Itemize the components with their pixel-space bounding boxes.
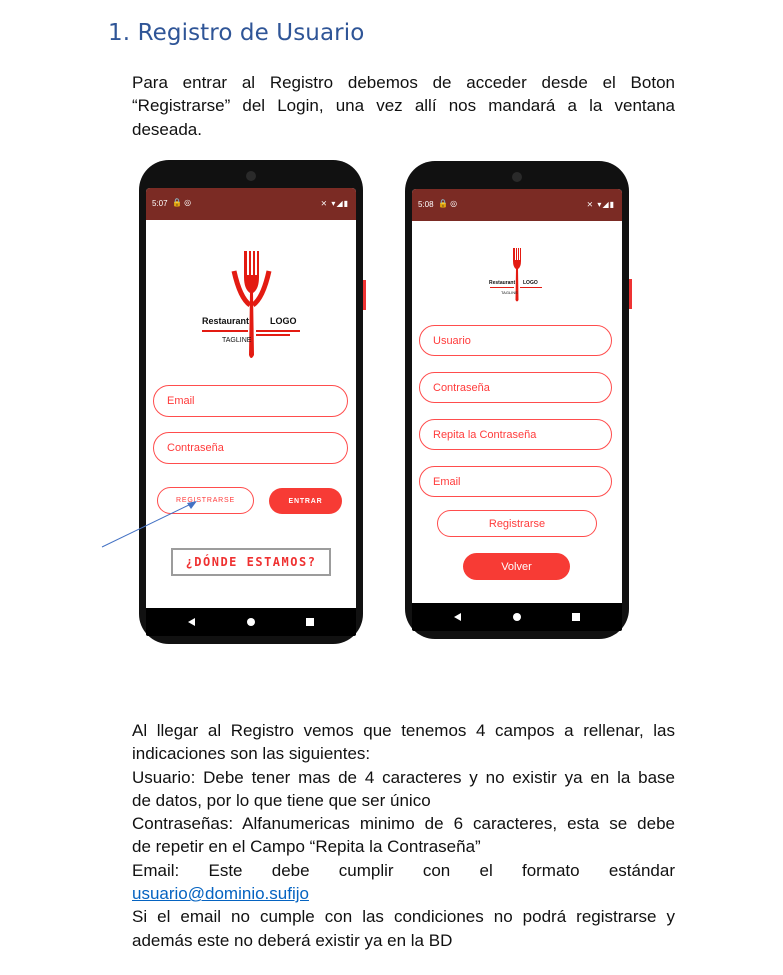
logo-brand: Restaurant	[489, 280, 516, 286]
login-label: ENTRAR	[288, 497, 323, 505]
details-paragraph: Al llegar al Registro vemos que tenemos …	[132, 719, 675, 952]
email-placeholder: Email	[167, 395, 195, 407]
details-line: Usuario: Debe tener mas de 4 caracteres …	[132, 767, 675, 787]
status-left-icons: 🔒 ◎	[438, 199, 458, 208]
section-heading: 1. Registro de Usuario	[108, 20, 364, 46]
email-field[interactable]: Email	[419, 466, 612, 497]
username-placeholder: Usuario	[433, 334, 471, 347]
intro-line: Para entrar al Registro debemos de acced…	[132, 73, 675, 92]
back-label: Volver	[501, 560, 532, 573]
back-icon[interactable]	[454, 613, 461, 621]
details-line: Email: Este debe cumplir con el formato …	[132, 860, 675, 880]
login-button[interactable]: ENTRAR	[269, 488, 342, 514]
register-screen: 5:08 🔒 ◎ ⨯ ▾◢▮ Restaurant LOGO TAGLINE U…	[412, 189, 622, 631]
pointer-arrow	[101, 501, 197, 548]
nav-bar	[146, 608, 356, 636]
intro-paragraph: Para entrar al Registro debemos de acced…	[132, 71, 675, 141]
back-button[interactable]: Volver	[463, 553, 570, 580]
fork-icon	[490, 248, 542, 302]
camera-icon	[246, 171, 256, 181]
details-line: de repetir en el Campo “Repita la Contra…	[132, 837, 481, 857]
phone-side-button	[363, 280, 366, 310]
login-phone-mockup: 5:07 🔒 ◎ ⨯ ▾◢▮ Restaurant LOGO TAGLINE E…	[139, 160, 366, 644]
logo-tagline: TAGLINE	[501, 290, 518, 295]
section-number: 1.	[108, 20, 131, 46]
camera-icon	[512, 172, 522, 182]
status-time: 5:08	[418, 200, 434, 209]
logo-word: LOGO	[270, 316, 297, 326]
intro-line: “Registrarse” del Login, una vez allí no…	[132, 96, 675, 116]
home-icon[interactable]	[513, 613, 521, 621]
back-icon[interactable]	[188, 618, 195, 626]
register-button[interactable]: Registrarse	[437, 510, 597, 537]
details-line: Al llegar al Registro vemos que tenemos …	[132, 721, 675, 740]
phone-side-button	[629, 279, 632, 309]
restaurant-logo: Restaurant LOGO TAGLINE	[482, 244, 552, 304]
password-placeholder: Contraseña	[433, 381, 490, 394]
details-line: además este no deberá existir ya en la B…	[132, 930, 453, 950]
password-field[interactable]: Contraseña	[419, 372, 612, 403]
details-line: indicaciones son las siguientes:	[132, 744, 371, 764]
details-line: Contraseñas: Alfanumericas minimo de 6 c…	[132, 814, 675, 834]
status-left-icons: 🔒 ◎	[172, 198, 192, 207]
email-placeholder: Email	[433, 475, 461, 488]
status-time: 5:07	[152, 199, 168, 208]
section-title: Registro de Usuario	[137, 20, 365, 46]
details-line: de datos, por lo que tiene que ser único	[132, 790, 431, 810]
logo-word: LOGO	[523, 280, 538, 286]
recent-apps-icon[interactable]	[306, 618, 314, 626]
login-screen: 5:07 🔒 ◎ ⨯ ▾◢▮ Restaurant LOGO TAGLINE E…	[146, 188, 356, 636]
intro-line: deseada.	[132, 119, 202, 139]
password-placeholder: Contraseña	[167, 442, 224, 454]
logo-tagline: TAGLINE	[222, 337, 252, 344]
register-phone-mockup: 5:08 🔒 ◎ ⨯ ▾◢▮ Restaurant LOGO TAGLINE U…	[405, 161, 632, 639]
email-format-link[interactable]: usuario@dominio.sufijo	[132, 884, 309, 903]
fork-icon	[202, 251, 300, 358]
recent-apps-icon[interactable]	[572, 613, 580, 621]
restaurant-logo: Restaurant LOGO TAGLINE	[186, 243, 316, 363]
nav-bar	[412, 603, 622, 631]
repeat-password-field[interactable]: Repita la Contraseña	[419, 419, 612, 450]
password-field[interactable]: Contraseña	[153, 432, 348, 464]
status-right-icons: ⨯ ▾◢▮	[586, 200, 615, 209]
register-label: Registrarse	[488, 517, 546, 530]
email-field[interactable]: Email	[153, 385, 348, 417]
repeat-password-placeholder: Repita la Contraseña	[433, 428, 537, 441]
status-bar: 5:08 🔒 ◎ ⨯ ▾◢▮	[412, 189, 622, 221]
logo-brand: Restaurant	[202, 316, 250, 326]
details-line: Si el email no cumple con las condicione…	[132, 907, 675, 927]
username-field[interactable]: Usuario	[419, 325, 612, 356]
status-bar: 5:07 🔒 ◎ ⨯ ▾◢▮	[146, 188, 356, 220]
where-label: ¿DÓNDE ESTAMOS?	[185, 555, 317, 569]
status-right-icons: ⨯ ▾◢▮	[320, 199, 349, 208]
home-icon[interactable]	[247, 618, 255, 626]
